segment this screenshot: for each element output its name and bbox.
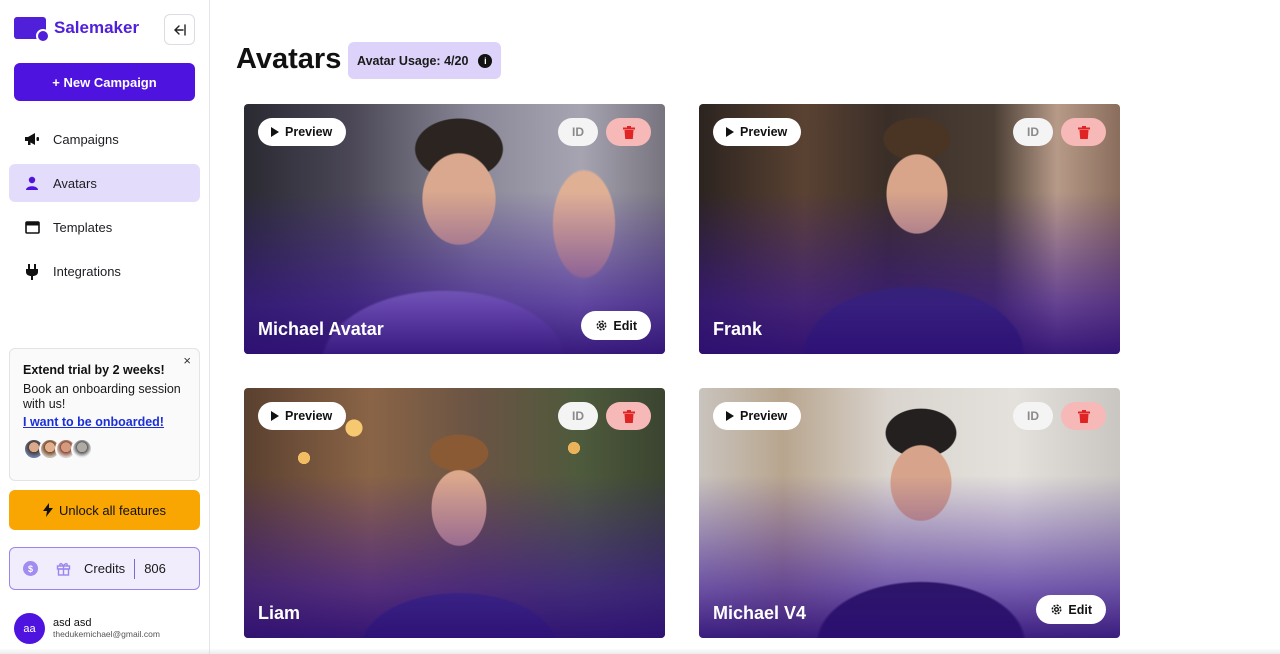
sidebar: Salemaker + New Campaign Campaigns Avata… [0,0,210,654]
preview-label: Preview [740,409,788,423]
trial-promo-card: × Extend trial by 2 weeks! Book an onboa… [9,348,200,481]
new-campaign-button[interactable]: + New Campaign [14,63,195,101]
avatar-card[interactable]: Preview ID Frank [699,104,1120,354]
id-button[interactable]: ID [558,118,598,146]
user-profile[interactable]: aa asd asd thedukemichael@gmail.com [14,613,160,644]
onboarding-link[interactable]: I want to be onboarded! [23,415,186,429]
preview-label: Preview [740,125,788,139]
credits-label: Credits [84,561,126,576]
delete-button[interactable] [606,118,651,146]
trial-title: Extend trial by 2 weeks! [23,363,165,377]
trash-icon [1077,125,1090,139]
edit-label: Edit [613,318,637,333]
megaphone-icon [23,132,41,146]
team-avatars [23,438,186,460]
person-icon [23,176,41,191]
avatar [71,438,93,460]
id-button[interactable]: ID [1013,118,1053,146]
avatar-name: Michael V4 [713,603,807,623]
edit-button[interactable]: Edit [581,311,651,340]
avatar-name: Frank [713,319,763,339]
sidebar-item-label: Campaigns [53,131,119,147]
sidebar-nav: Campaigns Avatars Templates Integrations [9,120,200,297]
coin-icon: $ [23,561,38,576]
avatar-card[interactable]: Preview ID Michael V4 Edit [699,388,1120,638]
delete-button[interactable] [1061,402,1106,430]
lightning-icon [43,503,54,517]
play-icon [726,411,734,421]
user-email: thedukemichael@gmail.com [53,629,160,639]
unlock-features-button[interactable]: Unlock all features [9,490,200,530]
sidebar-item-label: Avatars [53,175,97,191]
sidebar-item-campaigns[interactable]: Campaigns [9,120,200,158]
gift-icon [56,561,72,576]
page-title: Avatars [236,43,342,75]
preview-button[interactable]: Preview [258,118,347,146]
plug-icon [23,263,41,280]
edit-label: Edit [1068,602,1092,617]
trash-icon [1077,409,1090,423]
edit-button[interactable]: Edit [1036,595,1106,624]
user-info: asd asd thedukemichael@gmail.com [53,617,160,640]
usage-text: Avatar Usage: 4/20 [357,53,469,68]
brand[interactable]: Salemaker [14,17,140,43]
play-icon [271,411,279,421]
avatar-name: Michael Avatar [258,319,384,339]
sidebar-item-label: Templates [53,220,113,236]
credits-box[interactable]: $ Credits 806 [9,547,200,590]
trial-body: Book an onboarding session with us! [23,382,181,411]
trash-icon [622,409,635,423]
id-button[interactable]: ID [558,402,598,430]
delete-button[interactable] [1061,118,1106,146]
play-icon [271,127,279,137]
divider [134,558,136,579]
collapse-left-icon [173,23,186,36]
credits-value: 806 [144,561,166,576]
info-icon[interactable]: i [478,53,493,68]
preview-button[interactable]: Preview [713,402,802,430]
user-name: asd asd [53,617,92,629]
unlock-label: Unlock all features [59,502,166,518]
avatar-card[interactable]: Preview ID Michael Avatar Edit [244,104,665,354]
delete-button[interactable] [606,402,651,430]
gear-icon [595,319,608,332]
brand-name: Salemaker [54,18,140,37]
play-icon [726,127,734,137]
preview-button[interactable]: Preview [258,402,347,430]
sidebar-item-avatars[interactable]: Avatars [9,164,200,203]
avatar-card[interactable]: Preview ID Liam [244,388,665,638]
avatar-name: Liam [258,603,301,623]
preview-button[interactable]: Preview [713,118,802,146]
window-icon [23,221,41,234]
sidebar-item-templates[interactable]: Templates [9,209,200,247]
gear-icon [1050,603,1063,616]
avatar-usage-badge: Avatar Usage: 4/20 i [348,42,502,79]
trash-icon [622,125,635,139]
salemaker-logo-icon [14,17,50,43]
sidebar-item-label: Integrations [53,264,121,280]
id-button[interactable]: ID [1013,402,1053,430]
bottom-scroll-shadow [0,648,1280,654]
avatar: aa [14,613,45,644]
preview-label: Preview [285,409,333,423]
close-icon[interactable]: × [183,353,191,368]
sidebar-item-integrations[interactable]: Integrations [9,253,200,291]
preview-label: Preview [285,125,333,139]
collapse-sidebar-button[interactable] [164,14,195,45]
